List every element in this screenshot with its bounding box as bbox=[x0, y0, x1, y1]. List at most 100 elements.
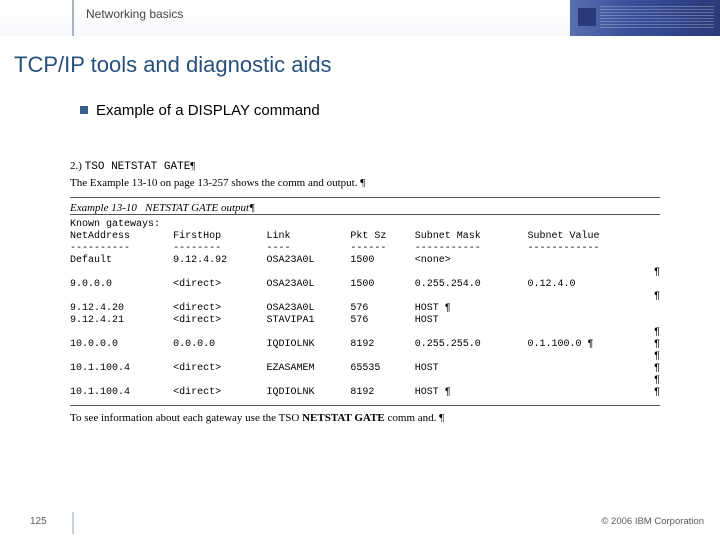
table-cell bbox=[173, 351, 266, 363]
row-pilcrow: ¶ bbox=[650, 291, 660, 303]
table-cell: HOST ¶ bbox=[415, 303, 528, 315]
table-cell: OSA23A0L bbox=[267, 255, 351, 267]
table-cell: OSA23A0L bbox=[267, 303, 351, 315]
row-pilcrow: ¶ bbox=[650, 339, 660, 351]
footnote-post: comm and. bbox=[388, 412, 437, 424]
table-cell: <direct> bbox=[173, 315, 266, 327]
table-cell bbox=[528, 315, 650, 327]
table-cell: 65535 bbox=[350, 363, 414, 375]
banner-art bbox=[570, 0, 720, 36]
banner-divider bbox=[72, 0, 74, 36]
table-row: 9.12.4.20<direct>OSA23A0L576HOST ¶ bbox=[70, 303, 660, 315]
dash: -------- bbox=[173, 243, 266, 255]
table-cell bbox=[350, 291, 414, 303]
example-title-text: NETSTAT GATE output bbox=[145, 202, 249, 214]
table-cell bbox=[528, 363, 650, 375]
table-cell: IQDIOLNK bbox=[267, 339, 351, 351]
page-number: 125 bbox=[30, 516, 47, 527]
row-pilcrow: ¶ bbox=[650, 267, 660, 279]
row-pilcrow: ¶ bbox=[650, 387, 660, 399]
table-cell bbox=[350, 375, 414, 387]
table-cell bbox=[350, 267, 414, 279]
footnote-pre: To see information about each gateway us… bbox=[70, 412, 299, 424]
table-cell: 0.12.4.0 bbox=[528, 279, 650, 291]
desc-pre: The Example bbox=[70, 177, 129, 189]
table-cell bbox=[173, 291, 266, 303]
table-cell bbox=[415, 375, 528, 387]
bullet-icon bbox=[80, 106, 88, 114]
table-cell bbox=[528, 327, 650, 339]
command-line: 2.) TSO NETSTAT GATE¶ bbox=[70, 160, 660, 173]
table-header-row: NetAddress FirstHop Link Pkt Sz Subnet M… bbox=[70, 231, 660, 243]
table-cell: 8192 bbox=[350, 339, 414, 351]
banner-art-lines bbox=[600, 6, 714, 30]
table-row: 10.0.0.00.0.0.0IQDIOLNK81920.255.255.00.… bbox=[70, 339, 660, 351]
table-cell bbox=[70, 327, 173, 339]
table-cell: 10.1.100.4 bbox=[70, 387, 173, 399]
table-cell: OSA23A0L bbox=[267, 279, 351, 291]
desc-refA: 13-10 on page bbox=[132, 177, 195, 189]
table-cell: 0.1.100.0 ¶ bbox=[528, 339, 650, 351]
table-cell bbox=[267, 267, 351, 279]
table-row: 9.12.4.21<direct>STAVIPA1576HOST bbox=[70, 315, 660, 327]
footer-divider bbox=[72, 512, 74, 534]
row-pilcrow bbox=[650, 255, 660, 267]
table-cell: 9.12.4.21 bbox=[70, 315, 173, 327]
table-cell bbox=[70, 351, 173, 363]
table-cell bbox=[415, 267, 528, 279]
table-cell: 576 bbox=[350, 303, 414, 315]
footnote-cmd: NETSTAT GATE bbox=[302, 412, 385, 424]
row-pilcrow bbox=[650, 315, 660, 327]
pilcrow-icon: ¶ bbox=[439, 412, 444, 424]
table-cell: 0.0.0.0 bbox=[173, 339, 266, 351]
cmd-num: 2.) bbox=[70, 160, 82, 172]
table-cell bbox=[350, 327, 414, 339]
table-cell: 576 bbox=[350, 315, 414, 327]
table-cell bbox=[70, 267, 173, 279]
table-cell bbox=[415, 351, 528, 363]
table-row: ¶ bbox=[70, 375, 660, 387]
table-cell: EZASAMEM bbox=[267, 363, 351, 375]
example-label: Example 13-10 bbox=[70, 202, 137, 214]
row-pilcrow bbox=[650, 303, 660, 315]
table-cell: 0.255.254.0 bbox=[415, 279, 528, 291]
table-cell bbox=[70, 291, 173, 303]
table-cell: HOST ¶ bbox=[415, 387, 528, 399]
row-pilcrow: ¶ bbox=[650, 363, 660, 375]
description-line: The Example 13-10 on page 13-257 shows t… bbox=[70, 177, 660, 189]
dash: ------ bbox=[350, 243, 414, 255]
th-pktsz: Pkt Sz bbox=[350, 231, 414, 243]
table-cell bbox=[267, 351, 351, 363]
cmd-text: TSO NETSTAT GATE bbox=[85, 161, 191, 173]
table-cell bbox=[267, 375, 351, 387]
content-area: 2.) TSO NETSTAT GATE¶ The Example 13-10 … bbox=[70, 160, 660, 424]
dash: ---- bbox=[267, 243, 351, 255]
table-cell: <direct> bbox=[173, 387, 266, 399]
table-cell: 1500 bbox=[350, 255, 414, 267]
table-cell bbox=[173, 375, 266, 387]
table-dash-row: ---------- -------- ---- ------ --------… bbox=[70, 243, 660, 255]
table-cell bbox=[415, 327, 528, 339]
th-mask: Subnet Mask bbox=[415, 231, 528, 243]
table-intro-row: Known gateways: bbox=[70, 219, 660, 231]
table-cell bbox=[528, 387, 650, 399]
page-title: TCP/IP tools and diagnostic aids bbox=[14, 52, 332, 78]
table-cell: HOST bbox=[415, 315, 528, 327]
table-cell: 10.0.0.0 bbox=[70, 339, 173, 351]
table-cell bbox=[528, 255, 650, 267]
table-row: ¶ bbox=[70, 351, 660, 363]
dash: ---------- bbox=[70, 243, 173, 255]
table-cell: 8192 bbox=[350, 387, 414, 399]
th-p bbox=[650, 231, 660, 243]
table-cell: HOST bbox=[415, 363, 528, 375]
table-cell: 0.255.255.0 bbox=[415, 339, 528, 351]
table-cell bbox=[528, 267, 650, 279]
copyright-text: © 2006 IBM Corporation bbox=[601, 516, 704, 527]
table-cell bbox=[415, 291, 528, 303]
dash-p bbox=[650, 243, 660, 255]
table-cell: 9.0.0.0 bbox=[70, 279, 173, 291]
pilcrow-icon: ¶ bbox=[249, 202, 255, 214]
table-cell: <direct> bbox=[173, 303, 266, 315]
row-pilcrow: ¶ bbox=[650, 351, 660, 363]
table-row: 10.1.100.4<direct>IQDIOLNK8192HOST ¶¶ bbox=[70, 387, 660, 399]
